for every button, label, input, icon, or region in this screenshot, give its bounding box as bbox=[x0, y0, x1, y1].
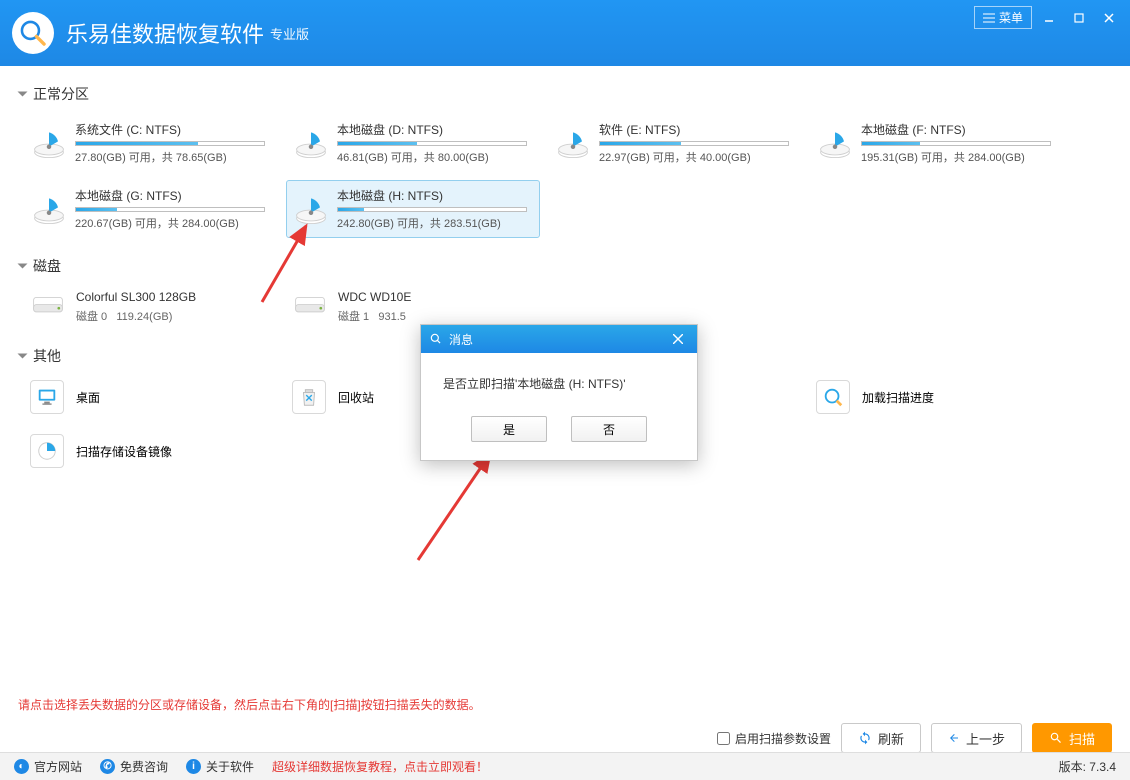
drive-icon bbox=[555, 127, 591, 163]
disk-name: WDC WD10E bbox=[338, 290, 411, 304]
other-label: 回收站 bbox=[338, 389, 374, 406]
partition-name: 软件 (E: NTFS) bbox=[599, 121, 793, 138]
disk-icon bbox=[292, 292, 328, 320]
image-icon bbox=[30, 434, 64, 468]
dialog-icon bbox=[429, 332, 443, 346]
collapse-icon bbox=[18, 264, 28, 269]
desktop-icon bbox=[30, 380, 64, 414]
other-item[interactable]: 加载扫描进度 bbox=[810, 376, 1064, 418]
minimize-button[interactable] bbox=[1036, 7, 1062, 29]
progress-icon bbox=[816, 380, 850, 414]
collapse-icon bbox=[18, 354, 28, 359]
recycle-icon bbox=[292, 380, 326, 414]
previous-button[interactable]: 上一步 bbox=[931, 723, 1022, 753]
drive-icon bbox=[293, 193, 329, 229]
maximize-button[interactable] bbox=[1066, 7, 1092, 29]
partition-name: 系统文件 (C: NTFS) bbox=[75, 121, 269, 138]
disk-name: Colorful SL300 128GB bbox=[76, 290, 196, 304]
dialog-yes-button[interactable]: 是 bbox=[471, 416, 547, 442]
consult-link[interactable]: ✆免费咨询 bbox=[100, 758, 168, 775]
other-item[interactable]: 扫描存储设备镜像 bbox=[24, 430, 278, 472]
dialog-close-button[interactable] bbox=[667, 329, 689, 349]
usage-bar bbox=[337, 207, 527, 212]
chat-icon: ✆ bbox=[100, 759, 115, 774]
bottombar: 请点击选择丢失数据的分区或存储设备，然后点击右下角的[扫描]按钮扫描丢失的数据。… bbox=[0, 690, 1130, 752]
menu-icon bbox=[983, 13, 995, 23]
partition-name: 本地磁盘 (D: NTFS) bbox=[337, 121, 531, 138]
usage-bar bbox=[75, 141, 265, 146]
app-logo bbox=[12, 12, 54, 54]
disk-icon bbox=[30, 292, 66, 320]
partition-stats: 22.97(GB) 可用，共 40.00(GB) bbox=[599, 149, 793, 165]
partition-name: 本地磁盘 (H: NTFS) bbox=[337, 187, 531, 204]
app-title: 乐易佳数据恢复软件 bbox=[66, 17, 264, 49]
close-button[interactable] bbox=[1096, 7, 1122, 29]
tutorial-link[interactable]: 超级详细数据恢复教程，点击立即观看！ bbox=[272, 758, 488, 775]
collapse-icon bbox=[18, 92, 28, 97]
partition-item[interactable]: 软件 (E: NTFS) 22.97(GB) 可用，共 40.00(GB) bbox=[548, 114, 802, 172]
website-link[interactable]: ◐官方网站 bbox=[14, 758, 82, 775]
other-label: 加载扫描进度 bbox=[862, 389, 934, 406]
drive-icon bbox=[31, 127, 67, 163]
hint-text: 请点击选择丢失数据的分区或存储设备，然后点击右下角的[扫描]按钮扫描丢失的数据。 bbox=[18, 696, 1112, 713]
partition-stats: 195.31(GB) 可用，共 284.00(GB) bbox=[861, 149, 1055, 165]
app-edition: 专业版 bbox=[270, 24, 309, 43]
other-label: 扫描存储设备镜像 bbox=[76, 443, 172, 460]
partition-item[interactable]: 本地磁盘 (G: NTFS) 220.67(GB) 可用，共 284.00(GB… bbox=[24, 180, 278, 238]
disks-grid: Colorful SL300 128GB 磁盘 0 119.24(GB) WDC… bbox=[24, 286, 1110, 328]
drive-icon bbox=[293, 127, 329, 163]
globe-icon: ◐ bbox=[14, 759, 29, 774]
dialog-no-button[interactable]: 否 bbox=[571, 416, 647, 442]
usage-bar bbox=[861, 141, 1051, 146]
section-disks-header[interactable]: 磁盘 bbox=[20, 256, 1110, 276]
arrow-left-icon bbox=[948, 732, 960, 744]
partition-name: 本地磁盘 (G: NTFS) bbox=[75, 187, 269, 204]
refresh-button[interactable]: 刷新 bbox=[841, 723, 921, 753]
disk-item[interactable]: WDC WD10E 磁盘 1 931.5 bbox=[286, 286, 540, 328]
partition-stats: 27.80(GB) 可用，共 78.65(GB) bbox=[75, 149, 269, 165]
search-icon bbox=[1049, 731, 1063, 745]
disk-stats: 磁盘 0 119.24(GB) bbox=[76, 308, 196, 324]
other-label: 桌面 bbox=[76, 389, 100, 406]
dialog-message: 是否立即扫描'本地磁盘 (H: NTFS)' bbox=[421, 353, 697, 406]
partition-stats: 46.81(GB) 可用，共 80.00(GB) bbox=[337, 149, 531, 165]
partition-name: 本地磁盘 (F: NTFS) bbox=[861, 121, 1055, 138]
info-icon: i bbox=[186, 759, 201, 774]
usage-bar bbox=[337, 141, 527, 146]
statusbar: ◐官方网站 ✆免费咨询 i关于软件 超级详细数据恢复教程，点击立即观看！ 版本:… bbox=[0, 752, 1130, 780]
partition-stats: 242.80(GB) 可用，共 283.51(GB) bbox=[337, 215, 531, 231]
partition-item[interactable]: 本地磁盘 (H: NTFS) 242.80(GB) 可用，共 283.51(GB… bbox=[286, 180, 540, 238]
drive-icon bbox=[817, 127, 853, 163]
menu-button[interactable]: 菜单 bbox=[974, 6, 1032, 29]
usage-bar bbox=[599, 141, 789, 146]
usage-bar bbox=[75, 207, 265, 212]
disk-item[interactable]: Colorful SL300 128GB 磁盘 0 119.24(GB) bbox=[24, 286, 278, 328]
partitions-grid: 系统文件 (C: NTFS) 27.80(GB) 可用，共 78.65(GB) … bbox=[24, 114, 1110, 238]
titlebar: 乐易佳数据恢复软件 专业版 菜单 bbox=[0, 0, 1130, 66]
dialog-titlebar: 消息 bbox=[421, 325, 697, 353]
partition-item[interactable]: 系统文件 (C: NTFS) 27.80(GB) 可用，共 78.65(GB) bbox=[24, 114, 278, 172]
drive-icon bbox=[31, 193, 67, 229]
confirm-dialog: 消息 是否立即扫描'本地磁盘 (H: NTFS)' 是 否 bbox=[420, 324, 698, 461]
partition-item[interactable]: 本地磁盘 (F: NTFS) 195.31(GB) 可用，共 284.00(GB… bbox=[810, 114, 1064, 172]
disk-stats: 磁盘 1 931.5 bbox=[338, 308, 411, 324]
partition-item[interactable]: 本地磁盘 (D: NTFS) 46.81(GB) 可用，共 80.00(GB) bbox=[286, 114, 540, 172]
enable-params-checkbox[interactable]: 启用扫描参数设置 bbox=[717, 730, 831, 747]
other-item[interactable]: 桌面 bbox=[24, 376, 278, 418]
refresh-icon bbox=[858, 731, 872, 745]
about-link[interactable]: i关于软件 bbox=[186, 758, 254, 775]
partition-stats: 220.67(GB) 可用，共 284.00(GB) bbox=[75, 215, 269, 231]
section-partitions-header[interactable]: 正常分区 bbox=[20, 84, 1110, 104]
scan-button[interactable]: 扫描 bbox=[1032, 723, 1112, 753]
version-label: 版本: 7.3.4 bbox=[1059, 758, 1116, 775]
